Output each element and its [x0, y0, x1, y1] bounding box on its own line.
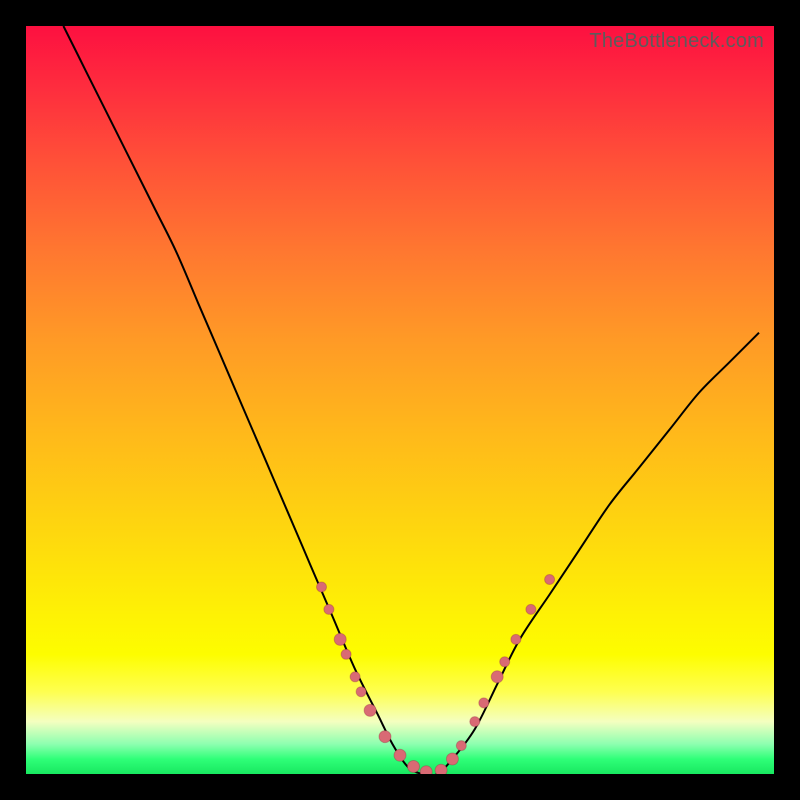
chart-svg [26, 26, 774, 774]
scatter-dot [470, 717, 480, 727]
scatter-dot [545, 575, 555, 585]
scatter-dot [479, 698, 489, 708]
scatter-dot [324, 604, 334, 614]
plot-area: TheBottleneck.com [26, 26, 774, 774]
scatter-dot [379, 731, 391, 743]
scatter-dot [408, 761, 420, 773]
scatter-dot [456, 741, 466, 751]
scatter-dot [356, 687, 366, 697]
scatter-dot [526, 604, 536, 614]
scatter-dot [491, 671, 503, 683]
scatter-dot [341, 649, 351, 659]
scatter-dot [500, 657, 510, 667]
bottleneck-curve [63, 26, 759, 774]
scatter-dot [511, 634, 521, 644]
scatter-dot [317, 582, 327, 592]
scatter-dots [317, 575, 555, 775]
scatter-dot [334, 633, 346, 645]
scatter-dot [446, 753, 458, 765]
scatter-dot [364, 704, 376, 716]
scatter-dot [420, 766, 432, 774]
scatter-dot [350, 672, 360, 682]
scatter-dot [394, 749, 406, 761]
chart-frame: TheBottleneck.com [0, 0, 800, 800]
scatter-dot [435, 764, 447, 774]
